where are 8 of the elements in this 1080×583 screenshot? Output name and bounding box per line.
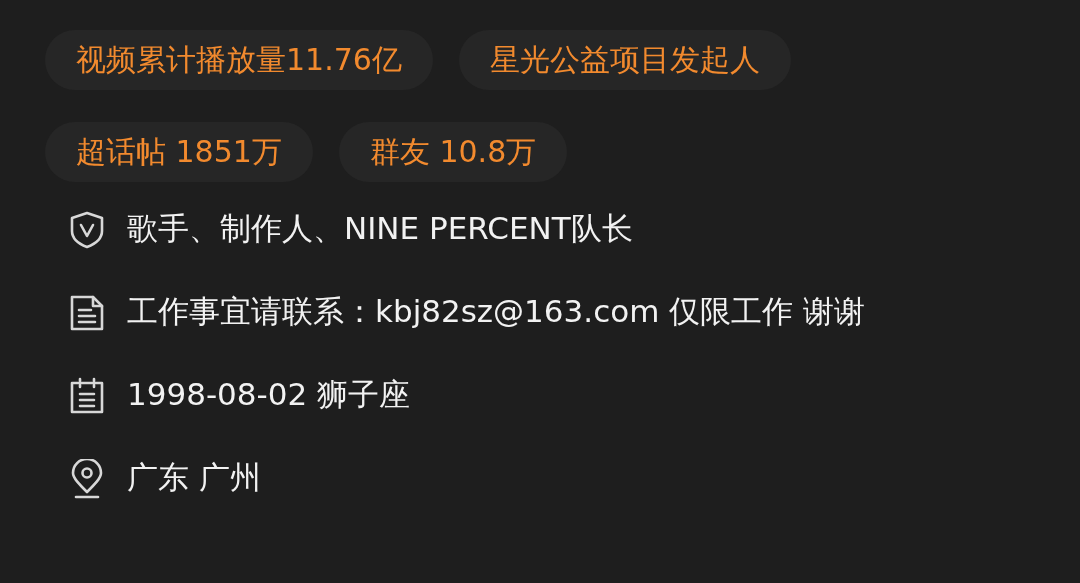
- tag[interactable]: 星光公益项目发起人: [458, 30, 791, 90]
- profile-info-text: 工作事宜请联系：kbj82sz@163.com 仅限工作 谢谢: [127, 292, 866, 331]
- tag[interactable]: 超话帖 1851万: [45, 122, 313, 182]
- profile-info-text: 广东 广州: [127, 458, 261, 497]
- tag[interactable]: 群友 10.8万: [338, 122, 568, 182]
- profile-info-text: 歌手、制作人、NINE PERCENT队长: [127, 209, 633, 248]
- tag[interactable]: 视频累计播放量11.76亿: [45, 30, 433, 90]
- profile-info-text: 1998-08-02 狮子座: [127, 375, 410, 414]
